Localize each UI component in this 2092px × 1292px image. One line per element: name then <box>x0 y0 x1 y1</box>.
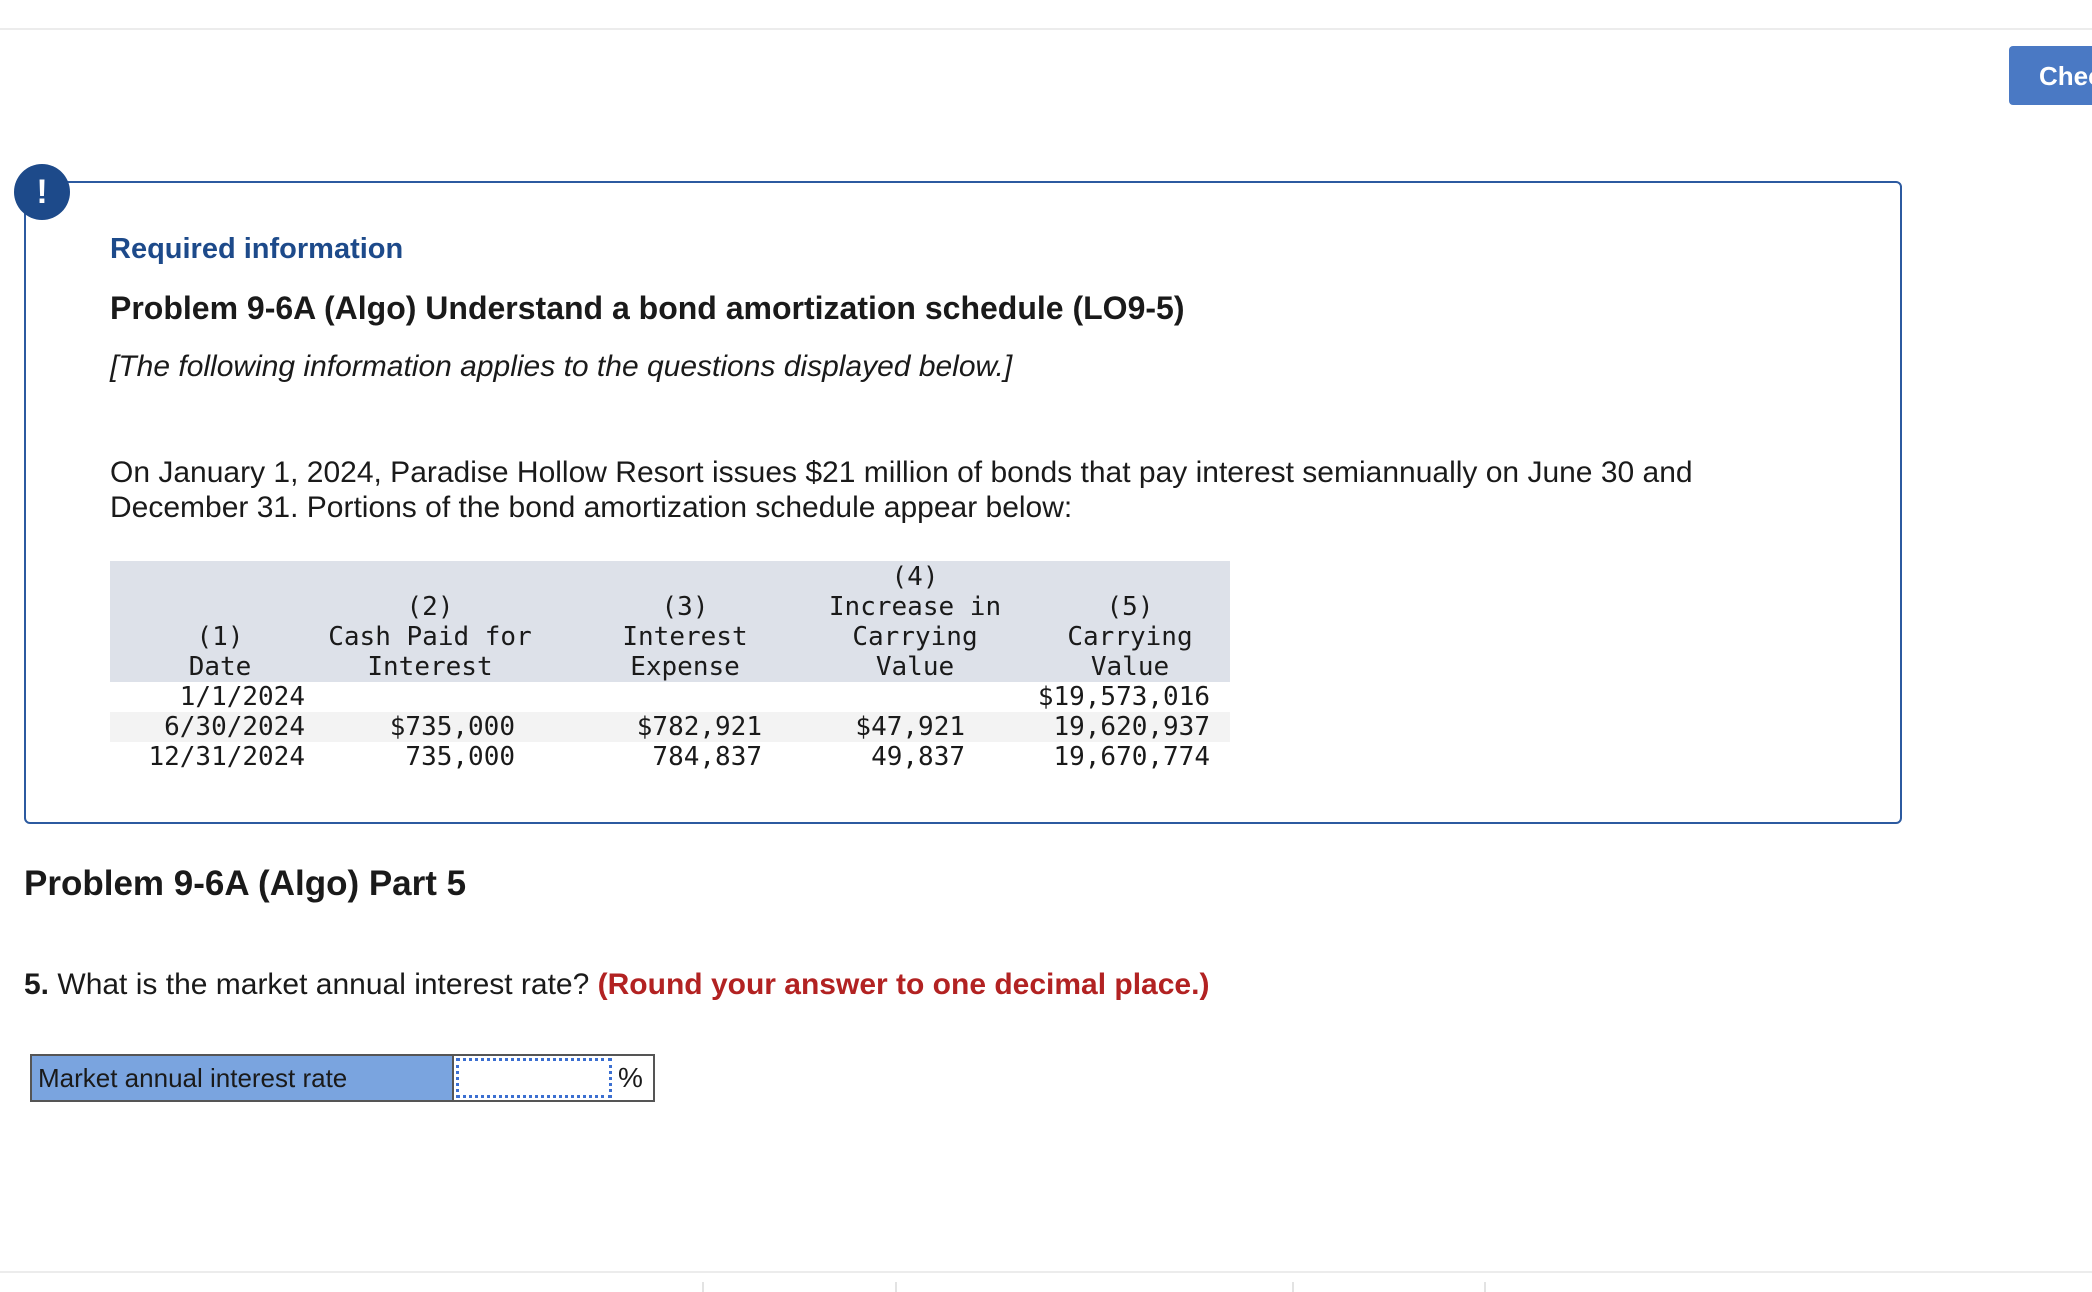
cell-carrying-value: 19,670,774 <box>1053 742 1210 772</box>
cell-carrying-value: 19,620,937 <box>1053 712 1210 742</box>
percent-unit: % <box>618 1062 643 1093</box>
interest-rate-input[interactable] <box>456 1058 612 1098</box>
bottom-divider <box>0 1271 2092 1273</box>
required-info-heading: Required information <box>110 233 404 265</box>
cell-carrying-value: $19,573,016 <box>1037 682 1210 712</box>
answer-label: Market annual interest rate <box>32 1056 454 1100</box>
check-my-work-button[interactable]: Check my work <box>2009 46 2092 105</box>
cell-increase: $47,921 <box>855 712 965 742</box>
table-row: 1/1/2024 $19,573,016 <box>110 682 1230 712</box>
cell-cash-paid: 735,000 <box>405 742 515 772</box>
footer-tab-dividers <box>0 1282 2092 1292</box>
problem-title: Problem 9-6A (Algo) Understand a bond am… <box>110 290 1185 326</box>
rounding-hint: (Round your answer to one decimal place.… <box>597 968 1210 1001</box>
table-row: 12/31/2024 735,000 784,837 49,837 19,670… <box>110 742 1230 772</box>
header-interest-expense: (3) Interest Expense <box>622 592 748 682</box>
applies-note: [The following information applies to th… <box>110 350 1013 383</box>
question-number: 5. <box>24 968 50 1001</box>
alert-icon: ! <box>14 164 70 220</box>
answer-row: Market annual interest rate % <box>30 1054 655 1102</box>
question-text: 5. What is the market annual interest ra… <box>24 968 1209 1002</box>
cell-date: 1/1/2024 <box>179 682 305 712</box>
top-divider <box>0 28 2092 30</box>
header-carrying-value: (5) Carrying Value <box>1067 592 1193 682</box>
cell-interest-expense: 784,837 <box>652 742 762 772</box>
question-body: What is the market annual interest rate? <box>57 968 590 1001</box>
schedule-header-row: (1) Date (2) Cash Paid for Interest (3) … <box>110 561 1230 682</box>
cell-date: 12/31/2024 <box>148 742 305 772</box>
table-row: 6/30/2024 $735,000 $782,921 $47,921 19,6… <box>110 712 1230 742</box>
header-cash-paid: (2) Cash Paid for Interest <box>328 592 532 682</box>
cell-date: 6/30/2024 <box>164 712 305 742</box>
part-title: Problem 9-6A (Algo) Part 5 <box>24 864 467 903</box>
scenario-text: On January 1, 2024, Paradise Hollow Reso… <box>110 456 1693 524</box>
cell-cash-paid: $735,000 <box>389 712 515 742</box>
cell-increase: 49,837 <box>871 742 965 772</box>
cell-interest-expense: $782,921 <box>636 712 762 742</box>
amortization-schedule-table: (1) Date (2) Cash Paid for Interest (3) … <box>110 561 1230 772</box>
header-date: (1) Date <box>188 622 252 682</box>
header-increase-carrying: (4) Increase in Carrying Value <box>828 562 1002 682</box>
